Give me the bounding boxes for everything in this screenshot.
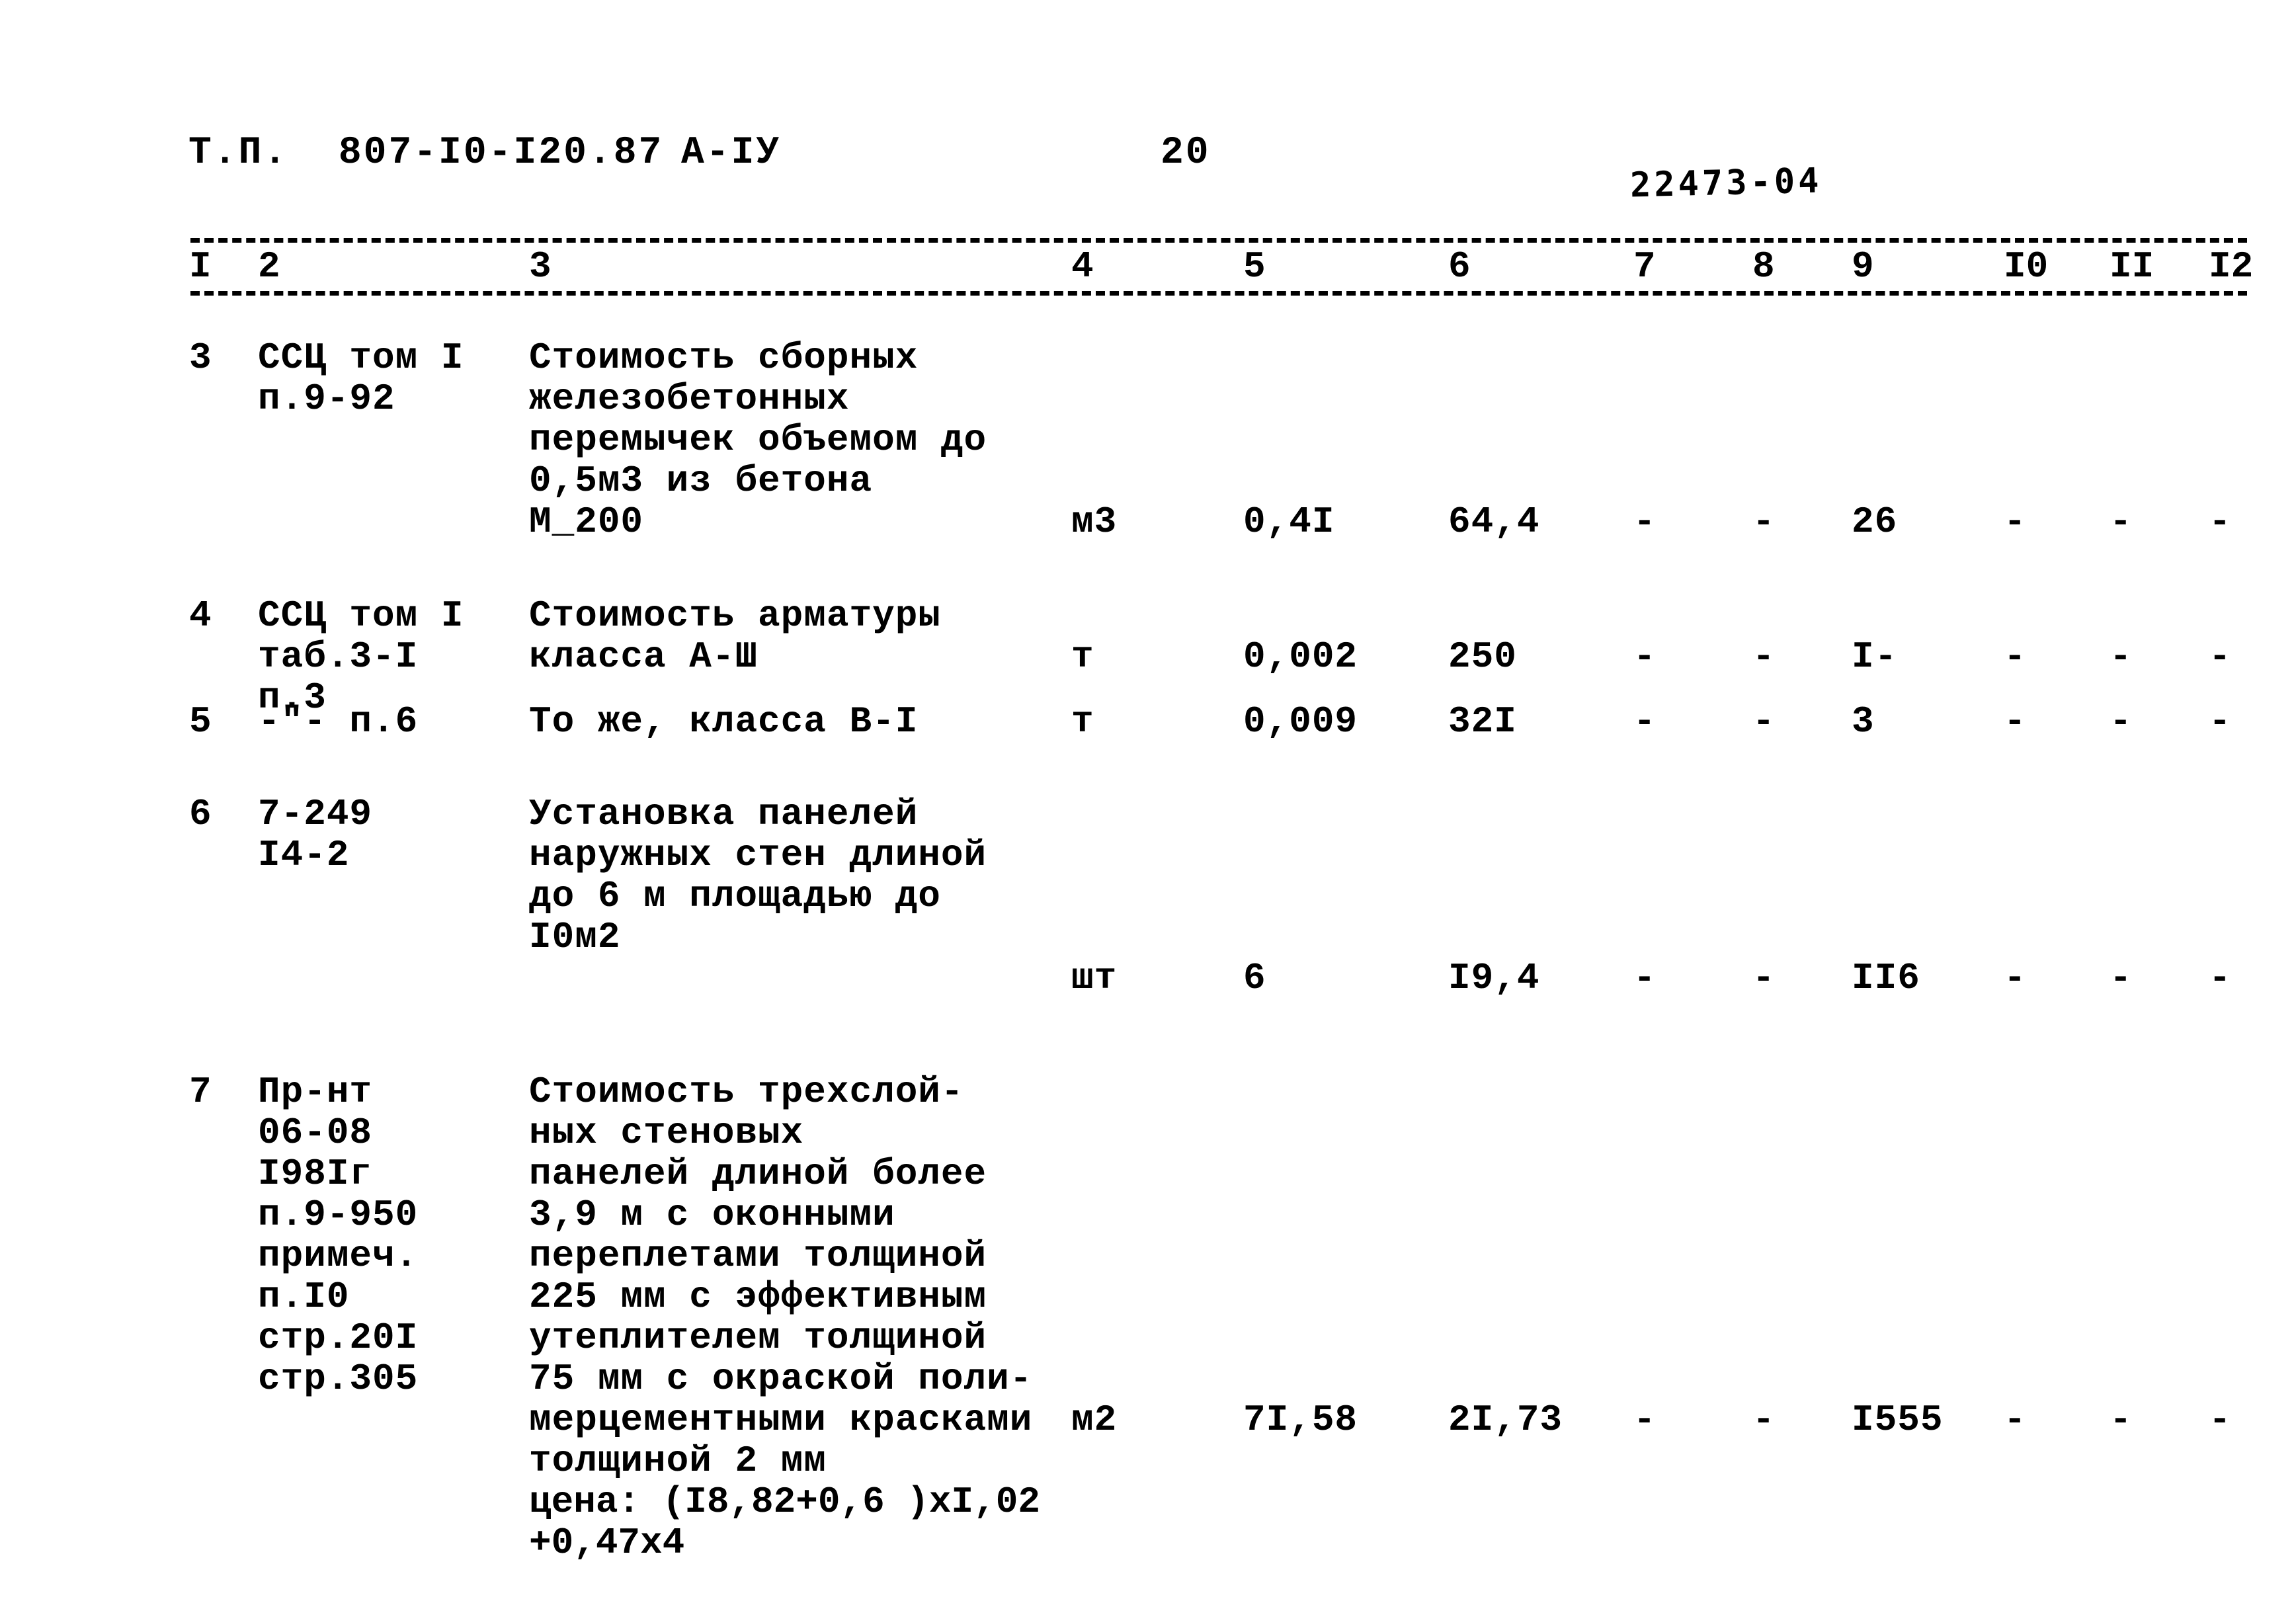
row-description: Стоимость арматуры класса А-Ш [529, 595, 941, 678]
row-col10: - [2004, 700, 2027, 743]
row-quantity: 0,4I [1243, 501, 1335, 543]
row-col8: - [1752, 957, 1776, 999]
row-col10: - [2004, 1399, 2027, 1441]
column-header-9: 9 [1852, 245, 1874, 288]
row-unit-price: 250 [1448, 636, 1517, 678]
row-col12: - [2209, 1399, 2232, 1441]
row-unit: т [1071, 636, 1094, 678]
row-col12: - [2209, 636, 2232, 678]
row-unit-price: 32I [1448, 700, 1517, 743]
archive-stamp-number: 22473-04 [1629, 161, 1823, 206]
row-col11: - [2110, 636, 2133, 678]
column-header-8: 8 [1752, 245, 1775, 288]
row-number: 6 [189, 793, 212, 835]
row-col9: 3 [1852, 700, 1875, 743]
row-unit-price: 2I,73 [1448, 1399, 1563, 1441]
row-col11: - [2110, 700, 2133, 743]
row-number: 7 [189, 1071, 212, 1113]
row-col7: - [1633, 636, 1657, 678]
table-header-rule [190, 291, 2247, 296]
table-top-rule [190, 238, 2247, 243]
column-header-11: II [2110, 245, 2154, 288]
row-unit: т [1071, 700, 1094, 743]
row-code: ССЦ том I п.9-92 [258, 337, 464, 420]
row-description: Стоимость сборных железобетонных перемыч… [529, 337, 987, 543]
column-header-6: 6 [1448, 245, 1471, 288]
column-header-3: 3 [529, 245, 552, 288]
row-code: Пр-нт 06-08 I98Iг п.9-950 примеч. п.I0 с… [258, 1071, 419, 1400]
row-col8: - [1752, 1399, 1776, 1441]
row-code: 7-249 I4-2 [258, 793, 373, 876]
row-col10: - [2004, 501, 2027, 543]
column-header-2: 2 [258, 245, 280, 288]
row-unit: шт [1071, 957, 1118, 999]
row-number: 3 [189, 337, 212, 379]
column-header-5: 5 [1243, 245, 1266, 288]
row-col12: - [2209, 957, 2232, 999]
row-col8: - [1752, 501, 1776, 543]
row-col12: - [2209, 700, 2232, 743]
table-column-headers: I 2 3 4 5 6 7 8 9 I0 II I2 [0, 246, 2296, 290]
row-col11: - [2110, 1399, 2133, 1441]
row-col9: II6 [1852, 957, 1920, 999]
column-header-12: I2 [2209, 245, 2254, 288]
document-variant: А-IУ [681, 132, 782, 175]
document-header: Т.П. 807-I0-I20.87 А-IУ 20 [0, 132, 2296, 179]
row-price-formula: цена: (I8,82+0,6 )xI,02 +0,47x4 [529, 1481, 1040, 1564]
row-col10: - [2004, 636, 2027, 678]
page-number: 20 [1161, 132, 1211, 175]
row-col7: - [1633, 501, 1657, 543]
row-description: То же, класса В-I [529, 700, 919, 743]
row-number: 4 [189, 595, 212, 637]
column-header-4: 4 [1071, 245, 1094, 288]
column-header-7: 7 [1633, 245, 1656, 288]
row-quantity: 0,009 [1243, 700, 1358, 743]
row-col7: - [1633, 700, 1657, 743]
row-unit: м3 [1071, 501, 1118, 543]
row-description: Стоимость трехслой- ных стеновых панелей… [529, 1071, 1033, 1482]
row-col9: I- [1852, 636, 1898, 678]
row-code: -"- п.6 [258, 700, 419, 743]
row-col12: - [2209, 501, 2232, 543]
document-code: Т.П. 807-I0-I20.87 [188, 132, 664, 175]
column-header-1: I [189, 245, 212, 288]
row-col11: - [2110, 501, 2133, 543]
row-quantity: 0,002 [1243, 636, 1358, 678]
row-col8: - [1752, 700, 1776, 743]
row-col9: I555 [1852, 1399, 1944, 1441]
row-unit: м2 [1071, 1399, 1118, 1441]
column-header-10: I0 [2004, 245, 2049, 288]
document-page: Т.П. 807-I0-I20.87 А-IУ 20 22473-04 I234… [0, 0, 2296, 1601]
row-col8: - [1752, 636, 1776, 678]
row-unit-price: 64,4 [1448, 501, 1540, 543]
row-number: 5 [189, 700, 212, 743]
row-quantity: 7I,58 [1243, 1399, 1358, 1441]
row-col7: - [1633, 1399, 1657, 1441]
row-description: Установка панелей наружных стен длиной д… [529, 793, 987, 958]
row-unit-price: I9,4 [1448, 957, 1540, 999]
row-col9: 26 [1852, 501, 1898, 543]
row-col7: - [1633, 957, 1657, 999]
row-col11: - [2110, 957, 2133, 999]
row-col10: - [2004, 957, 2027, 999]
row-quantity: 6 [1243, 957, 1266, 999]
